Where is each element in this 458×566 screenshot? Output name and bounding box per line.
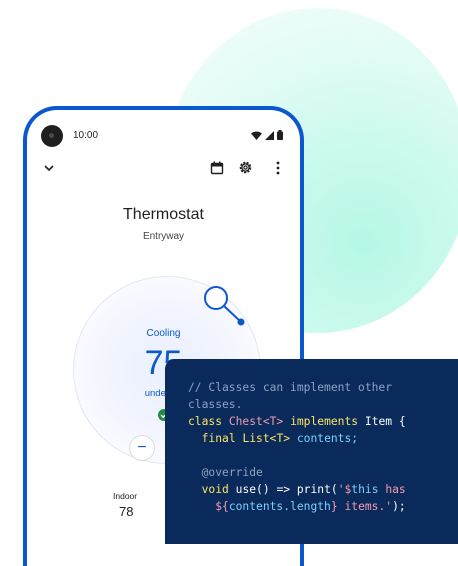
code-text: Item { <box>364 415 406 428</box>
code-comment: // Classes can implement other <box>188 381 393 394</box>
code-identifier: contents; <box>296 432 359 445</box>
code-string: '$ <box>337 483 352 496</box>
wifi-icon <box>251 131 262 140</box>
code-string: has <box>378 483 406 496</box>
code-comment: classes. <box>188 398 243 411</box>
status-time: 10:00 <box>73 130 99 141</box>
code-line-7: void use() => print('$this has <box>188 481 458 498</box>
code-keyword: class <box>188 415 223 428</box>
code-string: ${ <box>215 500 229 513</box>
code-text: print( <box>296 483 338 496</box>
dial-handle[interactable] <box>199 280 249 330</box>
calendar-icon[interactable] <box>210 161 224 175</box>
code-type: List<T> <box>242 432 291 445</box>
code-identifier: this <box>351 483 379 496</box>
code-line-6: @override <box>188 464 458 481</box>
code-line-3: class Chest<T> implements Item { <box>188 413 458 430</box>
camera-cutout <box>41 125 63 147</box>
location-label: Entryway <box>142 231 185 242</box>
status-icons <box>251 130 283 140</box>
code-keyword: void <box>201 483 229 496</box>
code-string: } <box>330 500 338 513</box>
code-identifier: contents.length <box>228 500 331 513</box>
chevron-down-icon[interactable] <box>43 162 55 174</box>
code-line-1: // Classes can implement other <box>188 379 458 396</box>
more-vert-icon[interactable] <box>275 161 281 175</box>
mode-label: Cooling <box>146 328 181 339</box>
code-line-2: classes. <box>188 396 458 413</box>
code-string: items.' <box>337 500 393 513</box>
code-annotation: @override <box>201 466 263 479</box>
code-snippet: // Classes can implement other classes. cl… <box>165 359 458 544</box>
code-keyword: final <box>201 432 236 445</box>
indoor-label: Indoor <box>113 491 138 501</box>
decrease-temp-button[interactable]: − <box>129 435 155 461</box>
code-line-8: ${contents.length} items.'); <box>188 498 458 515</box>
code-text: ); <box>392 500 406 513</box>
code-text: use() => <box>235 483 291 496</box>
page-title: Thermostat <box>123 206 204 223</box>
code-class-name: Chest<T> <box>228 415 284 428</box>
code-line-4: final List<T> contents; <box>188 430 458 447</box>
gear-icon[interactable] <box>238 160 253 175</box>
code-keyword: implements <box>290 415 359 428</box>
indoor-temperature: 78 <box>119 504 134 519</box>
battery-icon <box>277 130 283 140</box>
signal-icon <box>265 130 274 140</box>
minus-icon: − <box>137 439 147 456</box>
